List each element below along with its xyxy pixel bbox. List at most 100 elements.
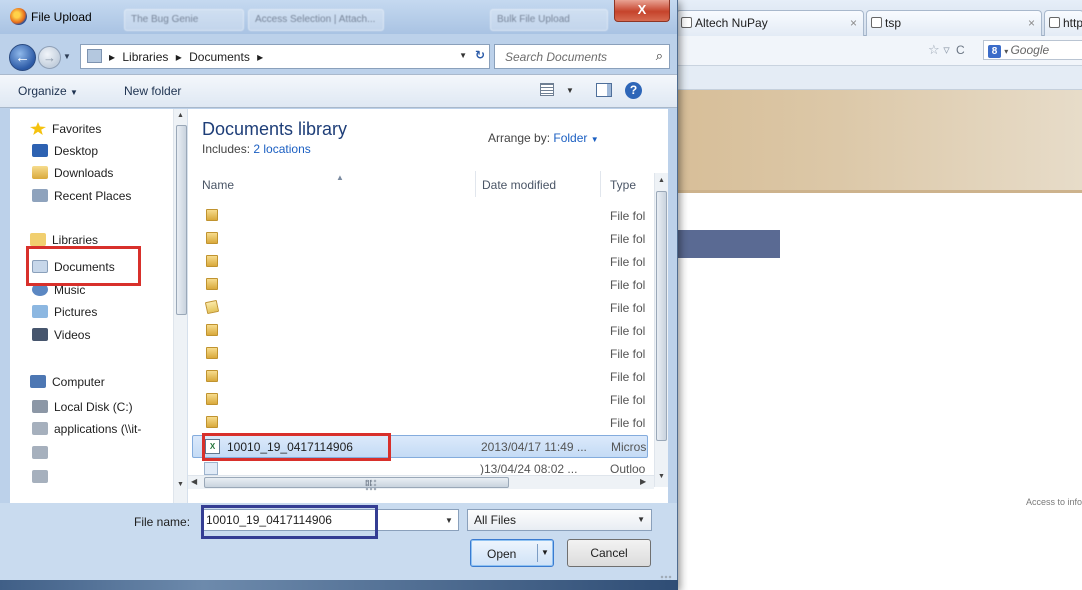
close-tab-icon[interactable]: × xyxy=(1028,16,1035,30)
vertical-scroll-thumb[interactable] xyxy=(656,191,667,441)
file-list-vertical-scrollbar[interactable]: ▲ ▼ xyxy=(654,173,668,487)
file-type-filter[interactable]: All Files ▼ xyxy=(467,509,652,531)
command-toolbar: Organize ▼ New folder ▼ ? xyxy=(0,74,677,108)
filter-dropdown-icon[interactable]: ▼ xyxy=(637,515,645,524)
file-row[interactable]: File fol xyxy=(192,251,648,274)
arrange-by[interactable]: Arrange by: Folder ▼ xyxy=(488,131,599,145)
file-date: 2013/04/17 11:49 ... xyxy=(481,440,587,454)
organize-button[interactable]: Organize ▼ xyxy=(18,84,78,98)
nav-videos[interactable]: Videos xyxy=(32,325,90,345)
nav-network-drive[interactable] xyxy=(32,467,54,487)
file-row[interactable]: File fol xyxy=(192,412,648,435)
file-row[interactable]: File fol xyxy=(192,366,648,389)
nav-scroll-thumb[interactable] xyxy=(176,125,187,315)
nav-label: Documents xyxy=(54,260,115,274)
file-list-horizontal-scrollbar[interactable]: ◀ III ▶ xyxy=(188,475,654,491)
arrange-label: Arrange by: xyxy=(488,131,551,145)
breadcrumb-libraries[interactable]: Libraries xyxy=(122,50,168,64)
file-row[interactable]: File fol xyxy=(192,343,648,366)
network-drive-icon xyxy=(32,446,48,459)
file-name-dropdown-icon[interactable]: ▼ xyxy=(445,516,453,525)
browser-search-box[interactable]: 8 ▾ Google xyxy=(983,40,1082,60)
includes-locations-link[interactable]: 2 locations xyxy=(253,142,310,156)
nav-computer[interactable]: Computer xyxy=(30,372,105,392)
browser-tab-altech[interactable]: Altech NuPay × xyxy=(676,10,864,36)
nav-documents[interactable]: Documents xyxy=(32,257,115,277)
column-divider[interactable] xyxy=(600,171,601,197)
nav-scrollbar[interactable]: ▲ ▼ xyxy=(173,109,187,503)
nav-libraries[interactable]: Libraries xyxy=(30,230,98,250)
nav-network-drive[interactable] xyxy=(32,443,54,463)
view-dropdown-icon[interactable]: ▼ xyxy=(566,86,574,95)
horizontal-scroll-thumb[interactable]: III xyxy=(204,477,509,491)
help-icon[interactable]: ? xyxy=(625,82,642,99)
nav-downloads[interactable]: Downloads xyxy=(32,163,113,183)
search-box[interactable]: Search Documents ⌕ xyxy=(494,44,670,69)
arrange-value[interactable]: Folder xyxy=(553,131,587,145)
file-row[interactable]: File fol xyxy=(192,205,648,228)
browser-tab-http[interactable]: http xyxy=(1044,10,1082,36)
nav-desktop[interactable]: Desktop xyxy=(32,141,98,161)
scroll-down-icon[interactable]: ▼ xyxy=(177,481,184,488)
cancel-button[interactable]: Cancel xyxy=(567,539,651,567)
nav-music[interactable]: Music xyxy=(32,280,85,300)
nav-favorites[interactable]: Favorites xyxy=(30,119,101,139)
file-row[interactable]: File fol xyxy=(192,320,648,343)
file-row[interactable]: X 10010_19_0417114906 2013/04/17 11:49 ...… xyxy=(192,435,648,458)
file-row[interactable]: File fol xyxy=(192,228,648,251)
open-options-icon[interactable]: ▼ xyxy=(541,548,549,557)
open-label: Open xyxy=(487,547,517,561)
nav-network-drive[interactable]: applications (\\it- xyxy=(32,419,141,439)
address-bar[interactable]: ▸ Libraries ▸ Documents ▸ ▼ ↻ xyxy=(80,44,490,69)
tab-favicon xyxy=(871,17,882,28)
back-button[interactable]: ← xyxy=(9,44,36,71)
breadcrumb-documents[interactable]: Documents xyxy=(189,50,250,64)
file-name-input[interactable]: 10010_19_0417114906 xyxy=(201,509,459,531)
refresh-icon[interactable]: C xyxy=(956,43,965,57)
refresh-icon[interactable]: ↻ xyxy=(475,48,485,62)
recent-pages-dropdown-icon[interactable]: ▼ xyxy=(63,52,71,61)
nav-label: Videos xyxy=(54,328,91,342)
nav-recent-places[interactable]: Recent Places xyxy=(32,186,131,206)
file-upload-dialog: File Upload The Bug Genie Access Selecti… xyxy=(0,0,678,590)
file-row[interactable]: File fol xyxy=(192,389,648,412)
forward-button[interactable]: → xyxy=(38,46,61,69)
search-engine-icon[interactable]: 8 xyxy=(988,45,1001,58)
browser-tab-tsp[interactable]: tsp × xyxy=(866,10,1042,36)
open-button[interactable]: Open ▼ xyxy=(470,539,554,567)
bookmark-star-icon[interactable]: ☆ ▿ xyxy=(928,42,950,58)
column-divider[interactable] xyxy=(475,171,476,197)
nav-label: Music xyxy=(54,283,86,297)
breadcrumb-separator-icon[interactable]: ▸ xyxy=(109,50,115,64)
folder-icon xyxy=(206,278,218,290)
scroll-right-icon[interactable]: ▶ xyxy=(640,477,646,486)
file-row[interactable]: File fol xyxy=(192,297,648,320)
column-header-name[interactable]: Name xyxy=(202,173,234,197)
column-header-date[interactable]: Date modified xyxy=(482,173,556,197)
scroll-down-icon[interactable]: ▼ xyxy=(658,473,665,480)
search-icon[interactable]: ⌕ xyxy=(656,48,663,64)
breadcrumb-separator-icon[interactable]: ▸ xyxy=(257,50,263,64)
star-icon xyxy=(30,122,46,135)
arrange-dropdown-icon[interactable]: ▼ xyxy=(591,135,599,144)
nav-label: Pictures xyxy=(54,305,98,319)
breadcrumb-separator-icon[interactable]: ▸ xyxy=(176,50,182,64)
preview-pane-icon[interactable] xyxy=(596,83,612,97)
nav-local-disk[interactable]: Local Disk (C:) xyxy=(32,397,133,417)
scroll-up-icon[interactable]: ▲ xyxy=(177,112,184,119)
address-dropdown-icon[interactable]: ▼ xyxy=(459,51,467,60)
page-nav-bar[interactable] xyxy=(676,230,780,258)
window-edge xyxy=(0,580,678,590)
file-type: File fol xyxy=(610,370,646,384)
scroll-up-icon[interactable]: ▲ xyxy=(658,177,665,184)
close-button[interactable]: X xyxy=(614,0,670,22)
column-header-type[interactable]: Type xyxy=(610,173,636,197)
scroll-left-icon[interactable]: ◀ xyxy=(191,477,197,486)
nav-pictures[interactable]: Pictures xyxy=(32,302,97,322)
file-row[interactable]: File fol xyxy=(192,274,648,297)
dialog-title-bar[interactable]: File Upload The Bug Genie Access Selecti… xyxy=(0,0,677,34)
new-folder-button[interactable]: New folder xyxy=(124,84,181,98)
close-tab-icon[interactable]: × xyxy=(850,16,857,30)
nav-label: Computer xyxy=(52,375,105,389)
change-view-icon[interactable] xyxy=(540,83,554,96)
